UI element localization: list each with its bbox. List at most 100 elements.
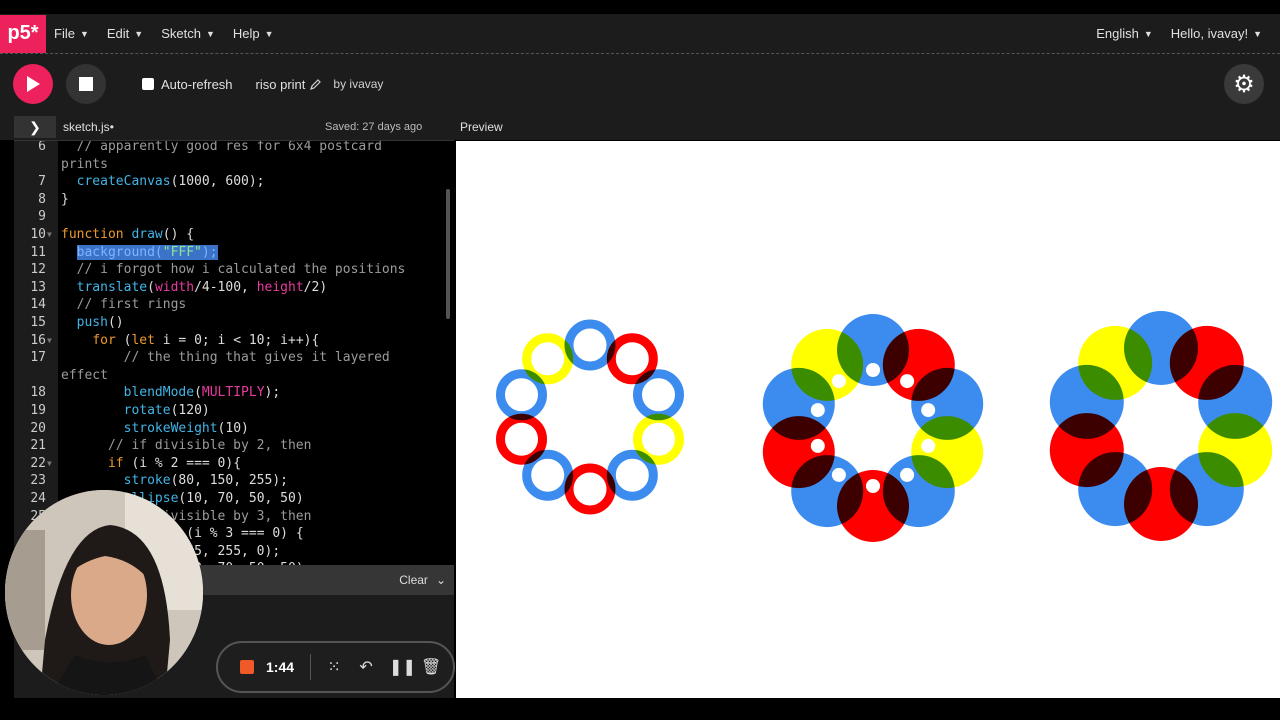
- code-text: if (i % 2 === 0){: [107, 455, 242, 471]
- tab-bar: ❯ sketch.js• Saved: 27 days ago Preview: [0, 114, 1280, 140]
- sketch-author[interactable]: by ivavay: [333, 77, 383, 91]
- code-line[interactable]: 16 ▼ for (let i = 0; i < 10; i++){: [14, 332, 454, 350]
- line-number: 20: [30, 420, 46, 436]
- caret-down-icon: ▼: [79, 28, 89, 39]
- language-menu[interactable]: English ▼: [1096, 26, 1153, 41]
- code-text: // i forgot how i calculated the positio…: [61, 262, 406, 278]
- code-text: effect: [61, 367, 108, 383]
- chevron-right-icon: ❯: [29, 118, 41, 135]
- fold-arrow-icon[interactable]: ▼: [47, 226, 52, 244]
- code-text: // the thing that gives it layered: [61, 350, 390, 366]
- sketch-name[interactable]: riso print: [256, 77, 322, 92]
- code-text: strokeWeight(10): [123, 420, 249, 436]
- chevron-down-icon[interactable]: ⌄: [436, 573, 446, 587]
- menu-sketch[interactable]: Sketch ▼: [161, 26, 215, 41]
- window-bottom-strip: [0, 698, 1280, 720]
- code-line[interactable]: 10 ▼ function draw() {: [14, 226, 454, 244]
- pause-icon[interactable]: ❚❚: [389, 657, 416, 677]
- auto-refresh-checkbox[interactable]: [142, 78, 154, 90]
- code-line[interactable]: 22 ▼ if (i % 2 === 0){: [14, 455, 454, 473]
- code-text: // if divisible by 2, then: [61, 438, 312, 454]
- webcam-overlay: [5, 490, 203, 695]
- window-top-strip: [0, 0, 1280, 14]
- ring-circle: [791, 328, 864, 401]
- line-number: 22: [30, 455, 46, 471]
- ring-circle: [606, 449, 658, 501]
- p5-logo[interactable]: p5*: [0, 14, 46, 53]
- fold-arrow-icon[interactable]: ▼: [47, 332, 52, 350]
- code-line[interactable]: 14 // first rings: [14, 296, 454, 314]
- line-number: 17: [30, 350, 46, 366]
- auto-refresh-label: Auto-refresh: [161, 76, 233, 92]
- code-line[interactable]: 8 }: [14, 191, 454, 209]
- line-number: 19: [30, 403, 46, 418]
- toolbar: Auto-refresh riso print by ivavay ⚙: [0, 54, 1280, 114]
- undo-icon[interactable]: ↶: [357, 657, 375, 677]
- ring-circle: [522, 333, 574, 385]
- code-line[interactable]: 21 // if divisible by 2, then: [14, 437, 454, 455]
- expand-sidebar-button[interactable]: ❯: [14, 116, 56, 138]
- caret-down-icon: ▼: [205, 28, 215, 39]
- code-text: push(): [76, 315, 124, 330]
- code-line[interactable]: 18 blendMode(MULTIPLY);: [14, 384, 454, 402]
- ring-circle: [564, 463, 616, 515]
- menu-edit-label: Edit: [106, 26, 130, 41]
- stop-button[interactable]: [66, 64, 106, 104]
- code-line[interactable]: effect: [14, 367, 454, 385]
- sketch-preview-canvas[interactable]: [456, 141, 1280, 698]
- editor-scrollbar[interactable]: [446, 189, 450, 319]
- code-line[interactable]: 23 stroke(80, 150, 255);: [14, 472, 454, 490]
- code-line[interactable]: 13 translate(width/4-100, height/2): [14, 279, 454, 297]
- code-text: // apparently good res for 6x4 postcard: [61, 140, 382, 154]
- nav-bar: p5* File ▼ Edit ▼ Sketch ▼ Help ▼ English ▼ H…: [0, 14, 1280, 54]
- ring-circle: [496, 413, 547, 465]
- preview-label: Preview: [460, 120, 503, 134]
- ring-hole: [866, 363, 880, 377]
- recorder-divider: [310, 654, 312, 680]
- line-number: 12: [30, 262, 46, 278]
- file-tab-sketch-js[interactable]: sketch.js•: [63, 120, 114, 134]
- line-number: 15: [30, 315, 46, 330]
- caret-down-icon: ▼: [1143, 28, 1153, 39]
- code-line[interactable]: 17 // the thing that gives it layered: [14, 349, 454, 367]
- ring-hole: [810, 403, 825, 418]
- grid-icon[interactable]: ⁙: [325, 657, 343, 677]
- ring-hole: [900, 467, 915, 482]
- code-line[interactable]: 20 strokeWeight(10): [14, 420, 454, 438]
- code-line[interactable]: 7 createCanvas(1000, 600);: [14, 173, 454, 191]
- sketch-name-label: riso print: [255, 76, 306, 92]
- trash-icon[interactable]: 🗑: [421, 657, 441, 677]
- code-line[interactable]: prints: [14, 156, 454, 174]
- code-text: function draw() {: [61, 227, 195, 242]
- line-number: 11: [30, 244, 46, 260]
- ring-circle: [633, 369, 684, 421]
- ring-hole: [831, 467, 846, 482]
- fold-arrow-icon[interactable]: ▼: [47, 455, 52, 473]
- unsaved-indicator: •: [109, 120, 114, 134]
- play-button[interactable]: [13, 64, 53, 104]
- line-number: 16: [30, 332, 46, 348]
- line-number: 7: [38, 174, 46, 190]
- line-number: 18: [30, 385, 46, 401]
- menu-file[interactable]: File ▼: [54, 26, 89, 41]
- settings-button[interactable]: ⚙: [1224, 64, 1264, 104]
- code-text: for (let i = 0; i < 10; i++){: [92, 332, 320, 348]
- line-number: 9: [38, 209, 46, 225]
- clear-console-button[interactable]: Clear ⌄: [399, 573, 446, 587]
- ring-hole: [831, 374, 846, 389]
- gear-icon: ⚙: [1233, 70, 1255, 98]
- menu-help[interactable]: Help ▼: [233, 26, 274, 41]
- ring-hole: [866, 479, 880, 493]
- pencil-icon[interactable]: [310, 78, 322, 90]
- code-line[interactable]: 9: [14, 208, 454, 226]
- code-line[interactable]: 6 // apparently good res for 6x4 postcar…: [14, 140, 454, 156]
- code-line[interactable]: 11 background("FFF");: [14, 244, 454, 262]
- code-line[interactable]: 12 // i forgot how i calculated the posi…: [14, 261, 454, 279]
- user-menu[interactable]: Hello, ivavay! ▼: [1171, 26, 1262, 41]
- menu-edit[interactable]: Edit ▼: [107, 26, 143, 41]
- code-text: stroke(80, 150, 255);: [123, 473, 288, 489]
- record-stop-button[interactable]: [240, 660, 254, 674]
- code-text: createCanvas(1000, 600);: [76, 174, 265, 190]
- code-line[interactable]: 19 rotate(120): [14, 402, 454, 420]
- code-line[interactable]: 15 push(): [14, 314, 454, 332]
